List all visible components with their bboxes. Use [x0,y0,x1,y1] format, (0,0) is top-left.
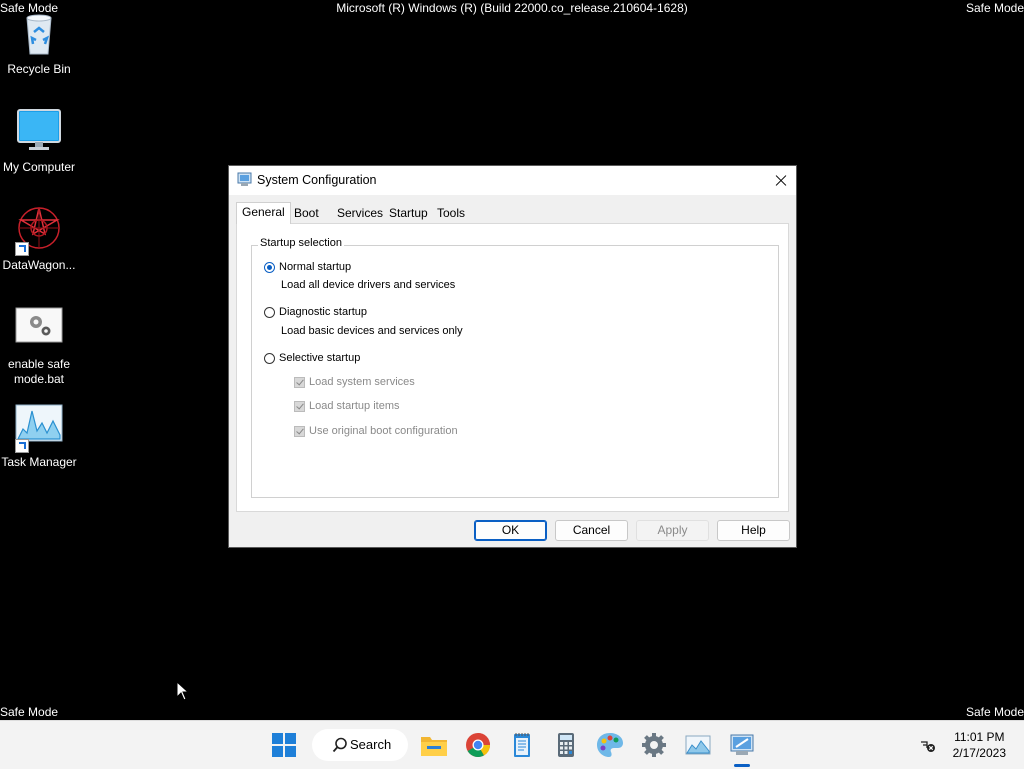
desktop-icon-enable-safe-mode[interactable]: enable safe mode.bat [0,305,78,387]
tab-services[interactable]: Services [333,204,387,222]
desktop-icon-label: My Computer [2,160,76,174]
computer-icon [15,108,63,156]
desktop-icon-recycle-bin[interactable]: Recycle Bin [0,10,78,77]
notepad-icon[interactable] [506,729,538,761]
mouse-cursor-icon [176,680,190,706]
tab-general[interactable]: General [236,202,291,224]
diagnostic-startup-desc: Load basic devices and services only [281,325,463,337]
clock-time: 11:01 PM [954,730,1005,744]
shortcut-arrow-icon [15,439,29,453]
desktop-icon-label: enable safe mode.bat [7,357,71,386]
calculator-icon[interactable] [550,729,582,761]
safe-mode-watermark-bottom-right: Safe Mode [965,705,1024,719]
search-icon [332,737,348,756]
active-app-indicator [734,764,750,767]
help-button[interactable]: Help [717,520,790,541]
task-manager-icon [15,403,63,453]
recycle-bin-icon [15,10,63,58]
safe-mode-watermark-bottom-left: Safe Mode [0,705,59,719]
desktop-icon-datawagon[interactable]: DataWagon... [0,206,78,273]
safe-mode-watermark-top-right: Safe Mode [965,1,1024,15]
taskbar-clock[interactable]: 11:01 PM 2/17/2023 [953,729,1006,761]
radio-button[interactable] [264,307,275,318]
normal-startup-desc: Load all device drivers and services [281,279,456,291]
dialog-title: System Configuration [257,173,377,187]
settings-icon[interactable] [638,729,670,761]
system-configuration-dialog: System Configuration Startup selection N… [228,165,797,548]
group-label: Startup selection [258,237,344,249]
general-tab-panel: Startup selection Normal startup Load al… [236,223,789,512]
radio-button[interactable] [264,262,275,273]
ok-button[interactable]: OK [474,520,547,541]
dialog-titlebar[interactable]: System Configuration [229,166,796,195]
radio-label: Normal startup [279,261,352,273]
apply-button[interactable]: Apply [636,520,709,541]
radio-label: Diagnostic startup [279,306,368,318]
tab-tools[interactable]: Tools [433,204,469,222]
checkbox[interactable] [294,401,305,412]
tab-startup[interactable]: Startup [385,204,432,222]
checkbox[interactable] [294,426,305,437]
checkbox-label: Load startup items [309,400,400,412]
photos-icon[interactable] [682,729,714,761]
build-watermark: Microsoft (R) Windows (R) (Build 22000.c… [336,1,688,15]
cancel-button[interactable]: Cancel [555,520,628,541]
system-configuration-taskbar-icon[interactable] [726,729,758,761]
shortcut-arrow-icon [15,242,29,256]
desktop-icon-label: Recycle Bin [7,62,71,76]
desktop-icon-label: DataWagon... [2,258,76,272]
start-icon[interactable] [268,729,300,761]
desktop-icon-task-manager[interactable]: Task Manager [0,403,78,470]
msconfig-icon [237,172,252,187]
search-label: Search [350,737,392,752]
checkbox-label: Use original boot configuration [309,425,458,437]
radio-button[interactable] [264,353,275,364]
checkbox-label: Load system services [309,376,415,388]
close-icon[interactable] [766,166,796,195]
checkbox[interactable] [294,377,305,388]
tab-boot[interactable]: Boot [290,204,323,222]
clock-date: 2/17/2023 [952,746,1006,760]
chrome-icon[interactable] [462,729,494,761]
file-explorer-icon[interactable] [418,729,450,761]
startup-selection-group: Startup selection Normal startup Load al… [251,237,779,498]
paint-icon[interactable] [594,729,626,761]
batch-file-icon [15,305,63,353]
network-disconnected-icon[interactable] [920,737,936,753]
desktop-icon-my-computer[interactable]: My Computer [0,108,78,175]
radio-label: Selective startup [279,352,361,364]
taskbar-search-button[interactable]: Search [312,729,408,761]
taskbar: Search 11:01 PM 2/17/2023 [0,720,1024,769]
datawagon-icon [15,206,63,256]
desktop-icon-label: Task Manager [1,455,77,469]
